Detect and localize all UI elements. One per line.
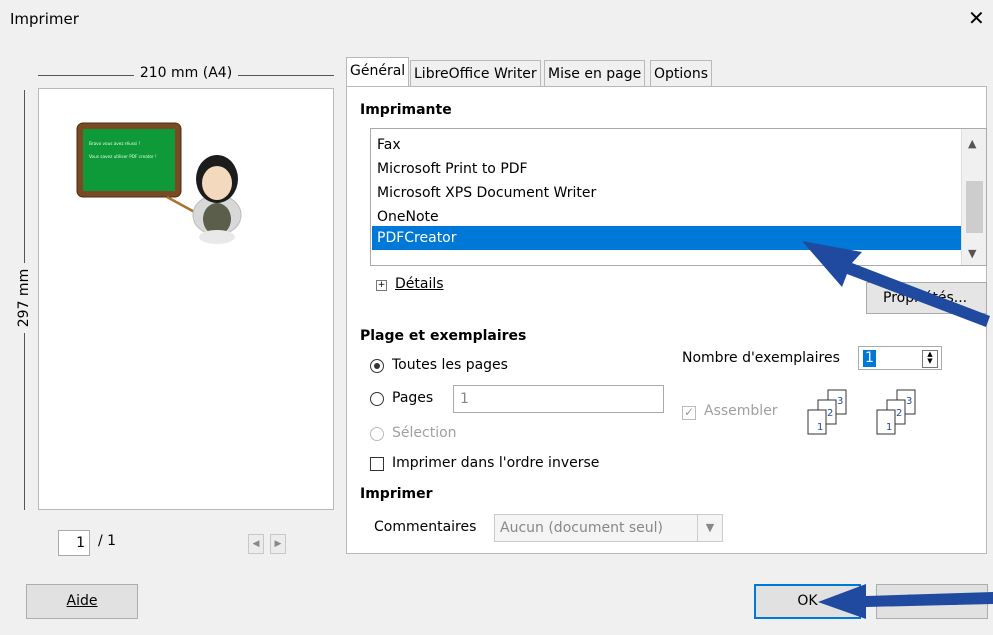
height-label: 297 mm	[16, 262, 32, 334]
page-number-input[interactable]: 1	[58, 530, 90, 556]
printer-list-scrollbar[interactable]: ▲ ▼	[961, 129, 986, 265]
comments-select[interactable]: Aucun (document seul) ▼	[494, 514, 723, 542]
svg-text:1: 1	[886, 422, 892, 433]
scroll-up-icon[interactable]: ▲	[968, 137, 976, 150]
collated-pages-icon: 3 2 1	[807, 389, 847, 435]
tab-general[interactable]: Général	[346, 57, 410, 86]
printer-item-microsoft-print-to-pdf[interactable]: Microsoft Print to PDF	[377, 157, 957, 181]
slide-line-1: Bravo vous avez réussi !	[89, 141, 141, 146]
properties-button[interactable]: Propriétés...	[866, 282, 987, 314]
page-total: / 1	[98, 533, 117, 549]
copies-label: Nombre d'exemplaires	[682, 350, 840, 366]
reverse-order-label: Imprimer dans l'ordre inverse	[392, 455, 600, 471]
chevron-down-icon[interactable]: ▼	[697, 515, 722, 541]
svg-text:2: 2	[827, 408, 833, 419]
page-preview: Bravo vous avez réussi ! Vous savez util…	[38, 88, 334, 510]
pages-radio[interactable]	[370, 392, 384, 406]
printer-heading: Imprimante	[360, 102, 452, 118]
svg-text:3: 3	[837, 396, 843, 407]
collate-checkbox[interactable]: ✓	[682, 406, 696, 420]
spinner-arrows-icon[interactable]: ▲ ▼	[922, 350, 938, 368]
print-heading: Imprimer	[360, 486, 433, 502]
teacher-illustration: Bravo vous avez réussi ! Vous savez util…	[76, 122, 242, 244]
copies-value[interactable]: 1	[863, 350, 876, 367]
copies-spinbox[interactable]: 1 ▲ ▼	[858, 346, 942, 370]
selection-radio[interactable]	[370, 427, 384, 441]
help-button[interactable]: Aide	[26, 584, 138, 619]
next-page-button[interactable]: ▶	[270, 534, 286, 554]
width-label: 210 mm (A4)	[133, 65, 239, 81]
expand-icon: +	[376, 280, 387, 291]
details-toggle[interactable]: + Détails	[376, 276, 444, 292]
slide-line-2: Vous savez utiliser PDF creator !	[89, 154, 157, 159]
svg-text:2: 2	[896, 408, 902, 419]
svg-text:1: 1	[817, 422, 823, 433]
tab-mise-en-page[interactable]: Mise en page	[544, 60, 646, 86]
reverse-order-checkbox[interactable]	[370, 457, 384, 471]
close-icon[interactable]: ✕	[968, 6, 985, 30]
printer-item-fax[interactable]: Fax	[377, 133, 957, 157]
cancel-button[interactable]: Annuler	[876, 584, 988, 619]
all-pages-radio[interactable]	[370, 359, 384, 373]
width-dimension: 210 mm (A4)	[38, 65, 334, 87]
height-dimension: 297 mm	[14, 90, 36, 510]
pages-label: Pages	[392, 390, 434, 406]
pages-input[interactable]: 1	[453, 385, 664, 413]
collated-pages-icon-2: 3 2 1	[876, 389, 916, 435]
comments-label: Commentaires	[374, 519, 477, 535]
tab-libreoffice-writer[interactable]: LibreOffice Writer	[410, 60, 541, 86]
scroll-down-icon[interactable]: ▼	[968, 247, 976, 260]
range-heading: Plage et exemplaires	[360, 328, 527, 344]
comments-value: Aucun (document seul)	[500, 520, 664, 536]
printer-item-pdfcreator[interactable]: PDFCreator	[372, 226, 962, 250]
all-pages-label: Toutes les pages	[392, 357, 508, 373]
svg-text:3: 3	[906, 396, 912, 407]
tab-options[interactable]: Options	[650, 60, 713, 86]
details-label: Détails	[395, 276, 444, 292]
collate-label: Assembler	[704, 403, 778, 419]
ok-button[interactable]: OK	[754, 584, 861, 619]
printer-list[interactable]: Fax Microsoft Print to PDF Microsoft XPS…	[370, 128, 987, 266]
window-title: Imprimer	[10, 10, 79, 28]
printer-item-microsoft-xps[interactable]: Microsoft XPS Document Writer	[377, 181, 957, 205]
previous-page-button[interactable]: ◀	[248, 534, 264, 554]
selection-label: Sélection	[392, 425, 457, 441]
scrollbar-thumb[interactable]	[966, 181, 983, 233]
